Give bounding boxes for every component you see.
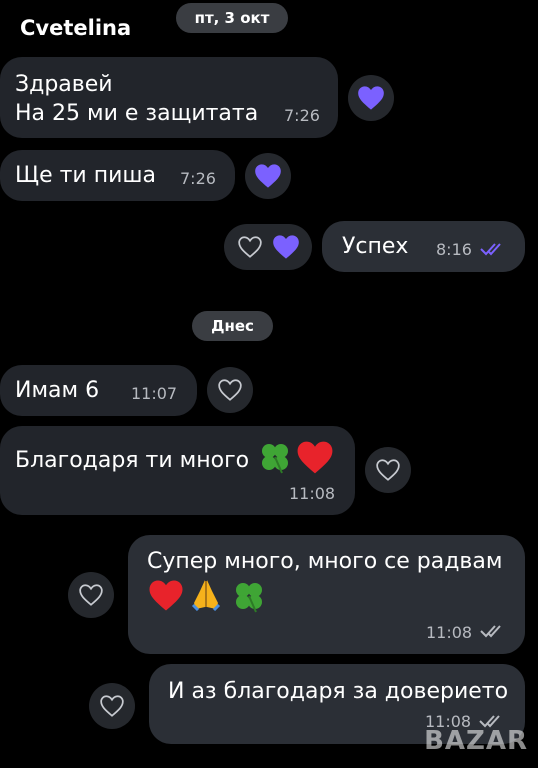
message-bubble-outgoing[interactable]: Успех 8:16 [322,221,525,272]
four-leaf-clover-icon [236,583,262,613]
outline-heart-icon[interactable] [237,235,263,259]
purple-heart-icon [255,164,281,188]
message-text: Успех [342,234,409,259]
message-bubble-incoming[interactable]: Благодаря ти много 11:08 [0,426,355,515]
reaction-button[interactable] [68,572,114,618]
message-bubble-incoming[interactable]: Ще ти пиша 7:26 [0,150,235,201]
date-separator: Днес [192,311,273,341]
message-text: Благодаря ти много [15,448,250,473]
double-check-icon [480,243,501,256]
outline-heart-icon [100,695,124,717]
contact-name[interactable]: Cvetelina [20,16,131,40]
outline-heart-icon [218,379,242,401]
reaction-button[interactable] [365,447,411,493]
four-leaf-clover-icon [262,444,288,474]
watermark-logo: BAZAR [424,726,528,756]
message-bubble-outgoing[interactable]: Супер много, много се радвам 11:08 [128,535,525,654]
message-text: И аз благодаря за доверието [168,679,509,704]
purple-heart-icon[interactable] [272,234,300,260]
message-text: Имам 6 [15,378,100,403]
outline-heart-icon [376,459,400,481]
red-heart-icon [297,441,333,474]
message-time: 8:16 [436,240,472,259]
reaction-bar[interactable] [224,224,312,270]
reaction-button[interactable] [207,367,253,413]
folded-hands-icon [191,580,221,611]
date-separator: пт, 3 окт [176,3,288,33]
message-time: 11:08 [289,484,336,503]
message-bubble-incoming[interactable]: Имам 6 11:07 [0,365,197,416]
reaction-button[interactable] [89,683,135,729]
message-time: 7:26 [180,169,216,188]
watermark-text: BAZAR [424,726,528,756]
outline-heart-icon [79,584,103,606]
double-check-icon [480,625,501,638]
reaction-button[interactable] [348,75,394,121]
message-time: 11:07 [131,384,178,403]
date-separator-label: Днес [211,317,254,335]
message-text: Супер много, много се радвам [147,549,503,574]
message-time: 7:26 [284,106,320,125]
date-separator-label: пт, 3 окт [194,9,270,27]
message-text: Ще ти пиша [15,163,156,188]
purple-heart-icon [358,86,384,110]
message-text: Здравей [15,72,113,97]
reaction-button[interactable] [245,153,291,199]
message-time: 11:08 [426,623,473,642]
red-heart-icon [149,580,183,611]
message-bubble-incoming[interactable]: Здравей На 25 ми е защитата 7:26 [0,57,338,138]
message-text: На 25 ми е защитата [15,101,259,126]
